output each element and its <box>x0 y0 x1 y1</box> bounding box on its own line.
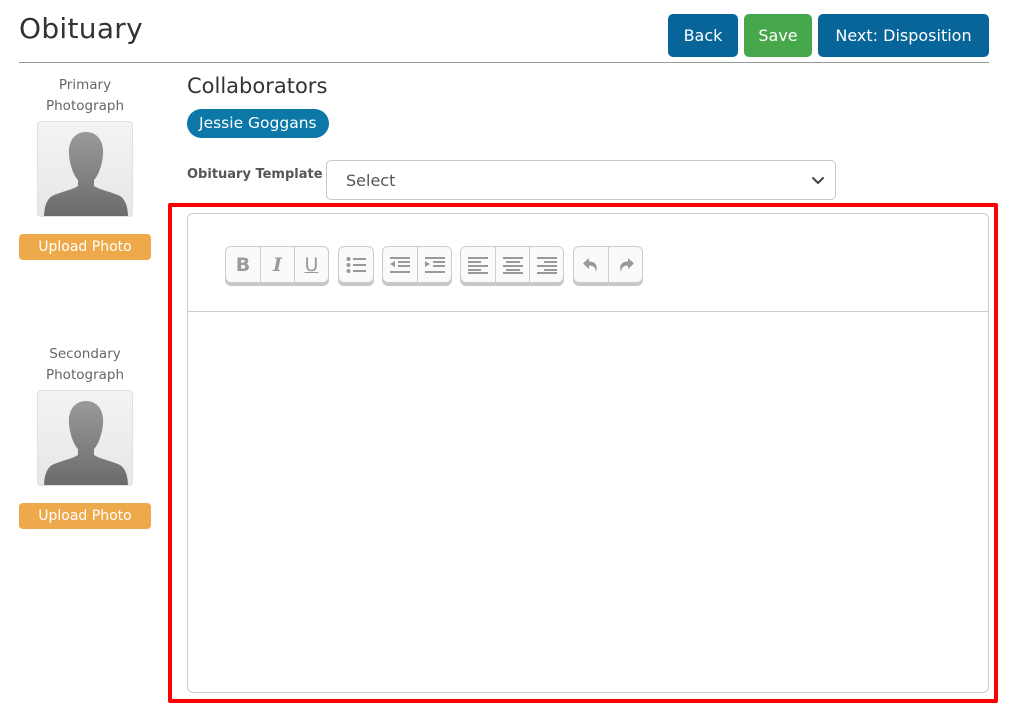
redo-button[interactable] <box>608 247 642 282</box>
list-group <box>338 246 374 283</box>
outdent-button[interactable] <box>383 247 417 282</box>
primary-photo-label-line1: Primary <box>58 77 112 93</box>
bullet-list-button[interactable] <box>339 247 373 282</box>
editor-toolbar: B I U <box>188 214 988 312</box>
editor-content-area[interactable] <box>188 312 988 692</box>
undo-icon <box>583 257 597 272</box>
align-center-button[interactable] <box>495 247 529 282</box>
page-title: Obituary <box>19 12 143 45</box>
bold-icon: B <box>235 253 251 276</box>
indent-group <box>382 246 452 283</box>
primary-photo-placeholder-avatar-icon <box>37 121 133 217</box>
primary-photo-label-line2: Photograph <box>45 98 125 114</box>
next-disposition-button[interactable]: Next: Disposition <box>818 14 989 57</box>
header-divider <box>19 62 989 63</box>
align-left-icon <box>468 256 488 274</box>
chevron-down-icon <box>812 177 824 184</box>
save-button[interactable]: Save <box>744 14 812 57</box>
history-group <box>573 246 643 283</box>
primary-photo-section: Primary Photograph Upload Photo <box>19 75 151 260</box>
italic-button[interactable]: I <box>260 247 294 282</box>
bold-button[interactable]: B <box>226 247 260 282</box>
align-center-icon <box>502 256 523 274</box>
undo-button[interactable] <box>574 247 608 282</box>
obituary-template-select[interactable]: Select <box>326 160 836 200</box>
alignment-group <box>460 246 564 283</box>
secondary-photo-label-line1: Secondary <box>49 346 121 362</box>
align-right-button[interactable] <box>529 247 563 282</box>
secondary-upload-photo-button[interactable]: Upload Photo <box>19 503 151 529</box>
back-button[interactable]: Back <box>668 14 738 57</box>
redo-icon <box>619 257 634 272</box>
secondary-photo-section: Secondary Photograph Upload Photo <box>19 344 151 529</box>
indent-button[interactable] <box>417 247 451 282</box>
secondary-photo-placeholder-avatar-icon <box>37 390 133 486</box>
collaborator-chip[interactable]: Jessie Goggans <box>187 109 329 138</box>
collaborators-heading: Collaborators <box>187 74 328 98</box>
primary-upload-photo-button[interactable]: Upload Photo <box>19 234 151 260</box>
underline-icon: U <box>304 253 319 276</box>
underline-button[interactable]: U <box>294 247 328 282</box>
indent-icon <box>424 256 445 273</box>
obituary-template-label: Obituary Template <box>187 167 323 182</box>
text-style-group: B I U <box>225 246 329 283</box>
italic-icon: I <box>273 253 282 276</box>
template-selected-value: Select <box>346 171 396 190</box>
align-right-icon <box>536 256 557 274</box>
secondary-photo-label-line2: Photograph <box>45 367 125 383</box>
bullet-list-icon <box>346 256 366 273</box>
outdent-icon <box>390 256 410 273</box>
align-left-button[interactable] <box>461 247 495 282</box>
obituary-text-editor: B I U <box>187 213 989 693</box>
